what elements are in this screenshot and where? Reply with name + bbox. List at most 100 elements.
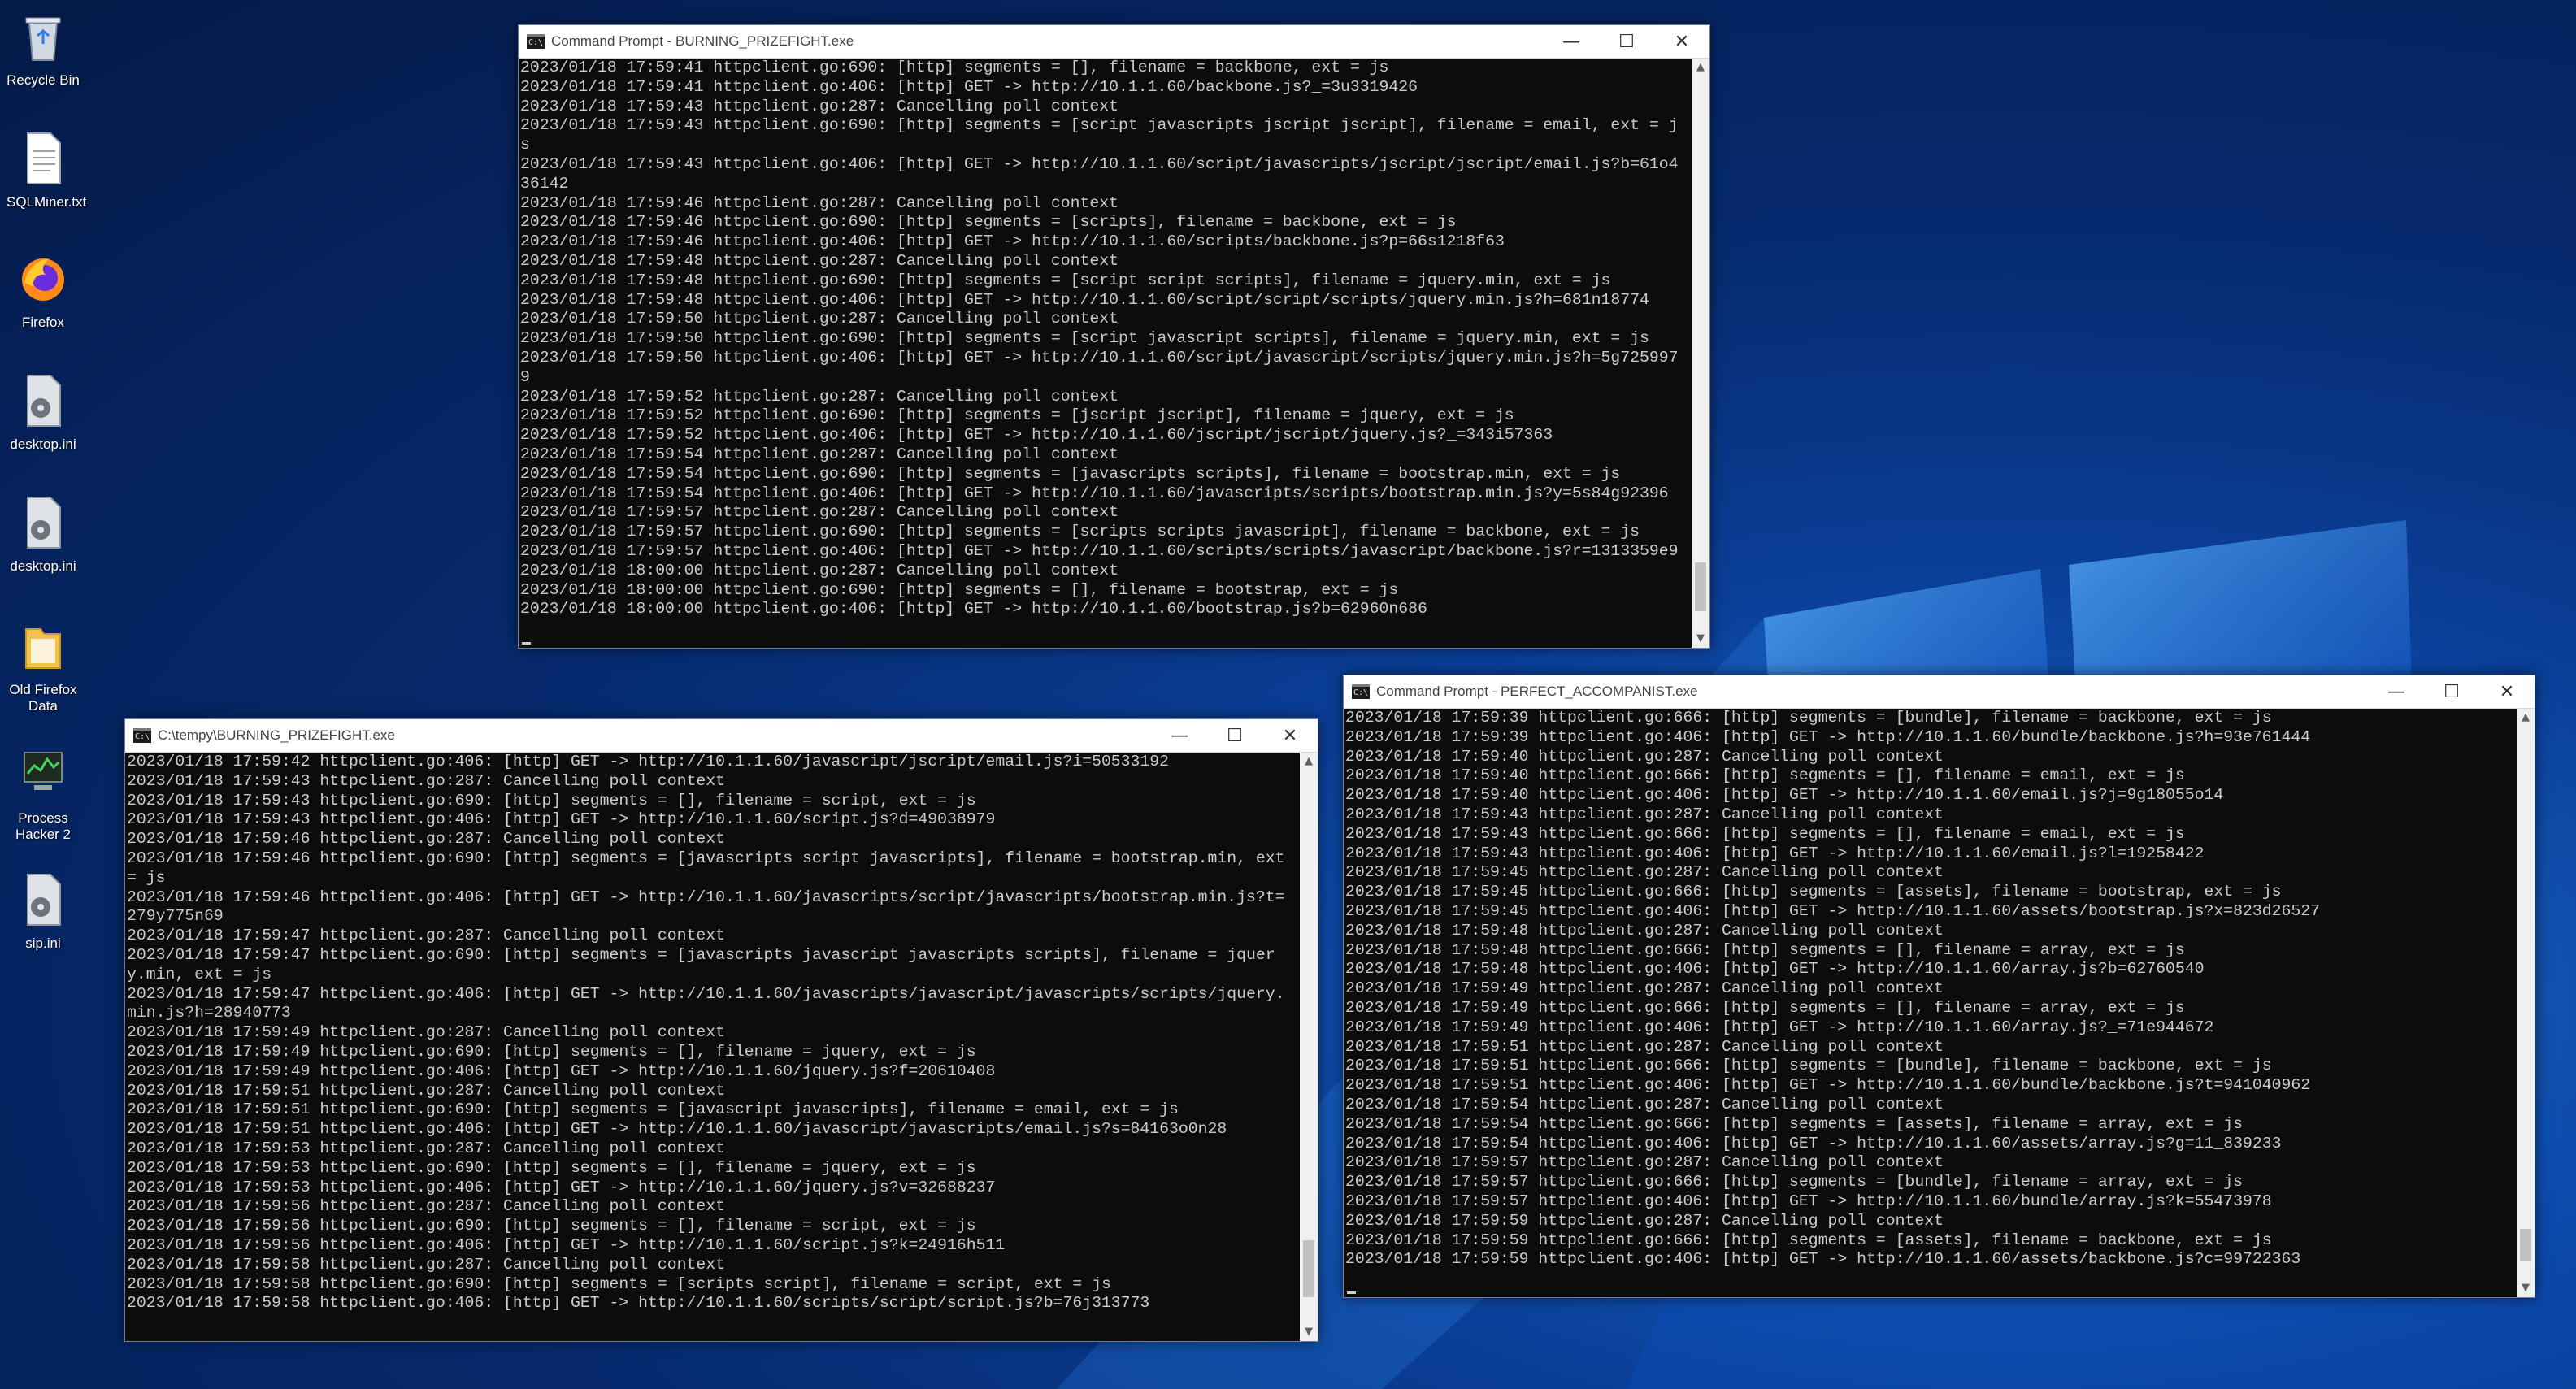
console-line: 2023/01/18 17:59:54 httpclient.go:406: [… bbox=[520, 484, 1669, 502]
console-line: 2023/01/18 17:59:47 httpclient.go:287: C… bbox=[127, 927, 725, 945]
console-line: 2023/01/18 17:59:59 httpclient.go:406: [… bbox=[1345, 1250, 2301, 1269]
console-line: 2023/01/18 17:59:45 httpclient.go:406: [… bbox=[1345, 901, 2320, 920]
desktop-icon-sip-ini[interactable]: sip.ini bbox=[7, 871, 80, 952]
console-line: 2023/01/18 17:59:54 httpclient.go:690: [… bbox=[520, 464, 1621, 483]
settings-file-icon bbox=[27, 375, 61, 427]
scroll-thumb[interactable] bbox=[2520, 1229, 2531, 1261]
scroll-up-arrow[interactable]: ▲ bbox=[1300, 753, 1318, 770]
desktop-icon-label: sip.ini bbox=[25, 935, 61, 951]
console-line: 2023/01/18 17:59:52 httpclient.go:287: C… bbox=[520, 387, 1119, 406]
console-line: 2023/01/18 17:59:43 httpclient.go:406: [… bbox=[520, 154, 1679, 193]
recycle-bin-icon bbox=[25, 17, 61, 61]
firefox-icon bbox=[22, 258, 64, 301]
console-line: 2023/01/18 18:00:00 httpclient.go:287: C… bbox=[520, 561, 1119, 579]
window-titlebar[interactable]: C:\ Command Prompt - PERFECT_ACCOMPANIST… bbox=[1344, 675, 2535, 709]
console-window-burning-prizefight-left[interactable]: C:\ C:\tempy\BURNING_PRIZEFIGHT.exe — ☐ … bbox=[124, 718, 1318, 1342]
close-button[interactable]: ✕ bbox=[1262, 719, 1318, 752]
maximize-button[interactable]: ☐ bbox=[1207, 719, 1262, 752]
settings-file-icon bbox=[27, 874, 61, 926]
window-titlebar[interactable]: C:\ Command Prompt - BURNING_PRIZEFIGHT.… bbox=[519, 25, 1709, 59]
console-line: 2023/01/18 17:59:40 httpclient.go:666: [… bbox=[1345, 766, 2185, 785]
console-line: 2023/01/18 17:59:59 httpclient.go:666: [… bbox=[1345, 1231, 2272, 1249]
console-output[interactable]: 2023/01/18 17:59:42 httpclient.go:406: [… bbox=[125, 753, 1318, 1341]
desktop-icon-old-firefox-data[interactable]: Old Firefox Data bbox=[7, 618, 80, 714]
console-line: 2023/01/18 17:59:54 httpclient.go:287: C… bbox=[520, 445, 1119, 463]
console-line: 2023/01/18 17:59:48 httpclient.go:287: C… bbox=[520, 251, 1119, 270]
console-line: 2023/01/18 17:59:51 httpclient.go:666: [… bbox=[1345, 1057, 2272, 1075]
console-line: 2023/01/18 17:59:43 httpclient.go:666: [… bbox=[1345, 824, 2185, 843]
text-cursor bbox=[1347, 1291, 1356, 1294]
minimize-button[interactable]: — bbox=[1544, 25, 1599, 58]
window-titlebar[interactable]: C:\ C:\tempy\BURNING_PRIZEFIGHT.exe — ☐ … bbox=[125, 719, 1318, 753]
console-line: 2023/01/18 17:59:41 httpclient.go:406: [… bbox=[520, 77, 1418, 96]
console-line: 2023/01/18 17:59:43 httpclient.go:406: [… bbox=[127, 810, 996, 829]
console-line: 2023/01/18 17:59:47 httpclient.go:406: [… bbox=[127, 984, 1285, 1022]
desktop-icon-process-hacker[interactable]: Process Hacker 2 bbox=[7, 746, 80, 843]
console-line: 2023/01/18 17:59:49 httpclient.go:406: [… bbox=[127, 1061, 996, 1080]
console-line: 2023/01/18 17:59:51 httpclient.go:287: C… bbox=[1345, 1037, 1944, 1056]
minimize-button[interactable]: — bbox=[2369, 675, 2424, 708]
console-output[interactable]: 2023/01/18 17:59:39 httpclient.go:666: [… bbox=[1344, 709, 2535, 1297]
scroll-down-arrow[interactable]: ▼ bbox=[2517, 1279, 2535, 1297]
vertical-scrollbar[interactable]: ▲ ▼ bbox=[2517, 709, 2535, 1297]
console-window-perfect-accompanist[interactable]: C:\ Command Prompt - PERFECT_ACCOMPANIST… bbox=[1343, 675, 2535, 1298]
desktop-icon-label: desktop.ini bbox=[10, 558, 76, 574]
window-title: C:\tempy\BURNING_PRIZEFIGHT.exe bbox=[158, 727, 395, 743]
console-window-burning-prizefight-top[interactable]: C:\ Command Prompt - BURNING_PRIZEFIGHT.… bbox=[518, 24, 1710, 649]
desktop-icon-sqlminer[interactable]: SQLMiner.txt bbox=[7, 130, 86, 211]
console-line: 2023/01/18 17:59:43 httpclient.go:287: C… bbox=[127, 771, 725, 790]
close-button[interactable]: ✕ bbox=[2479, 675, 2535, 708]
console-line: 2023/01/18 17:59:56 httpclient.go:287: C… bbox=[127, 1197, 725, 1216]
console-line: 2023/01/18 17:59:57 httpclient.go:690: [… bbox=[520, 523, 1640, 541]
console-line: 2023/01/18 17:59:46 httpclient.go:287: C… bbox=[520, 193, 1119, 212]
desktop-icon-desktop-ini-2[interactable]: desktop.ini bbox=[7, 494, 80, 575]
text-cursor bbox=[522, 642, 531, 645]
console-line: 2023/01/18 17:59:56 httpclient.go:406: [… bbox=[127, 1235, 1006, 1254]
scroll-down-arrow[interactable]: ▼ bbox=[1300, 1323, 1318, 1341]
console-line: 2023/01/18 17:59:49 httpclient.go:406: [… bbox=[1345, 1018, 2214, 1036]
console-line: 2023/01/18 17:59:57 httpclient.go:666: [… bbox=[1345, 1173, 2243, 1192]
console-line: 2023/01/18 17:59:42 httpclient.go:406: [… bbox=[127, 753, 1170, 770]
scroll-thumb[interactable] bbox=[1695, 562, 1706, 611]
scroll-up-arrow[interactable]: ▲ bbox=[2517, 709, 2535, 727]
maximize-button[interactable]: ☐ bbox=[1599, 25, 1654, 58]
console-line: 2023/01/18 17:59:48 httpclient.go:690: [… bbox=[520, 271, 1611, 289]
desktop-icon-label: desktop.ini bbox=[10, 436, 76, 452]
console-line: 2023/01/18 17:59:45 httpclient.go:287: C… bbox=[1345, 863, 1944, 882]
console-line: 2023/01/18 17:59:56 httpclient.go:690: [… bbox=[127, 1217, 976, 1235]
vertical-scrollbar[interactable]: ▲ ▼ bbox=[1300, 753, 1318, 1341]
console-line: 2023/01/18 17:59:43 httpclient.go:690: [… bbox=[520, 116, 1679, 154]
close-button[interactable]: ✕ bbox=[1654, 25, 1709, 58]
console-line: 2023/01/18 17:59:46 httpclient.go:690: [… bbox=[520, 213, 1457, 232]
console-line: 2023/01/18 18:00:00 httpclient.go:406: [… bbox=[520, 600, 1427, 619]
process-hacker-icon bbox=[24, 752, 63, 790]
console-line: 2023/01/18 17:59:40 httpclient.go:287: C… bbox=[1345, 747, 1944, 766]
console-line: 2023/01/18 17:59:54 httpclient.go:287: C… bbox=[1345, 1095, 1944, 1113]
console-line: 2023/01/18 17:59:46 httpclient.go:287: C… bbox=[127, 830, 725, 849]
console-line: 2023/01/18 17:59:51 httpclient.go:406: [… bbox=[1345, 1076, 2311, 1095]
console-line: 2023/01/18 17:59:47 httpclient.go:690: [… bbox=[127, 945, 1275, 983]
console-line: 2023/01/18 17:59:48 httpclient.go:406: [… bbox=[520, 290, 1649, 309]
desktop-icon-recycle-bin[interactable]: Recycle Bin bbox=[7, 8, 80, 89]
console-line: 2023/01/18 17:59:57 httpclient.go:287: C… bbox=[520, 503, 1119, 522]
console-line: 2023/01/18 17:59:57 httpclient.go:287: C… bbox=[1345, 1153, 1944, 1172]
desktop-icon-desktop-ini-1[interactable]: desktop.ini bbox=[7, 372, 80, 453]
console-line: 2023/01/18 17:59:54 httpclient.go:406: [… bbox=[1345, 1134, 2282, 1152]
scroll-down-arrow[interactable]: ▼ bbox=[1692, 630, 1709, 648]
desktop-icon-firefox[interactable]: Firefox bbox=[7, 250, 80, 331]
cmd-icon: C:\ bbox=[1352, 684, 1370, 699]
console-line: 2023/01/18 17:59:53 httpclient.go:690: [… bbox=[127, 1158, 976, 1177]
vertical-scrollbar[interactable]: ▲ ▼ bbox=[1692, 59, 1709, 648]
console-line: 2023/01/18 17:59:51 httpclient.go:690: [… bbox=[127, 1100, 1179, 1119]
maximize-button[interactable]: ☐ bbox=[2424, 675, 2479, 708]
scroll-up-arrow[interactable]: ▲ bbox=[1692, 59, 1709, 76]
minimize-button[interactable]: — bbox=[1152, 719, 1207, 752]
console-line: 2023/01/18 17:59:54 httpclient.go:666: [… bbox=[1345, 1114, 2243, 1133]
console-output[interactable]: 2023/01/18 17:59:41 httpclient.go:690: [… bbox=[519, 59, 1709, 648]
desktop-icon-label: Process Hacker 2 bbox=[15, 810, 72, 842]
console-line: 2023/01/18 17:59:39 httpclient.go:666: [… bbox=[1345, 709, 2272, 727]
scroll-thumb[interactable] bbox=[1303, 1240, 1314, 1297]
desktop-icon-label: Old Firefox Data bbox=[9, 682, 77, 714]
console-line: 2023/01/18 17:59:50 httpclient.go:690: [… bbox=[520, 329, 1649, 348]
console-line: 2023/01/18 17:59:52 httpclient.go:690: [… bbox=[520, 406, 1514, 425]
